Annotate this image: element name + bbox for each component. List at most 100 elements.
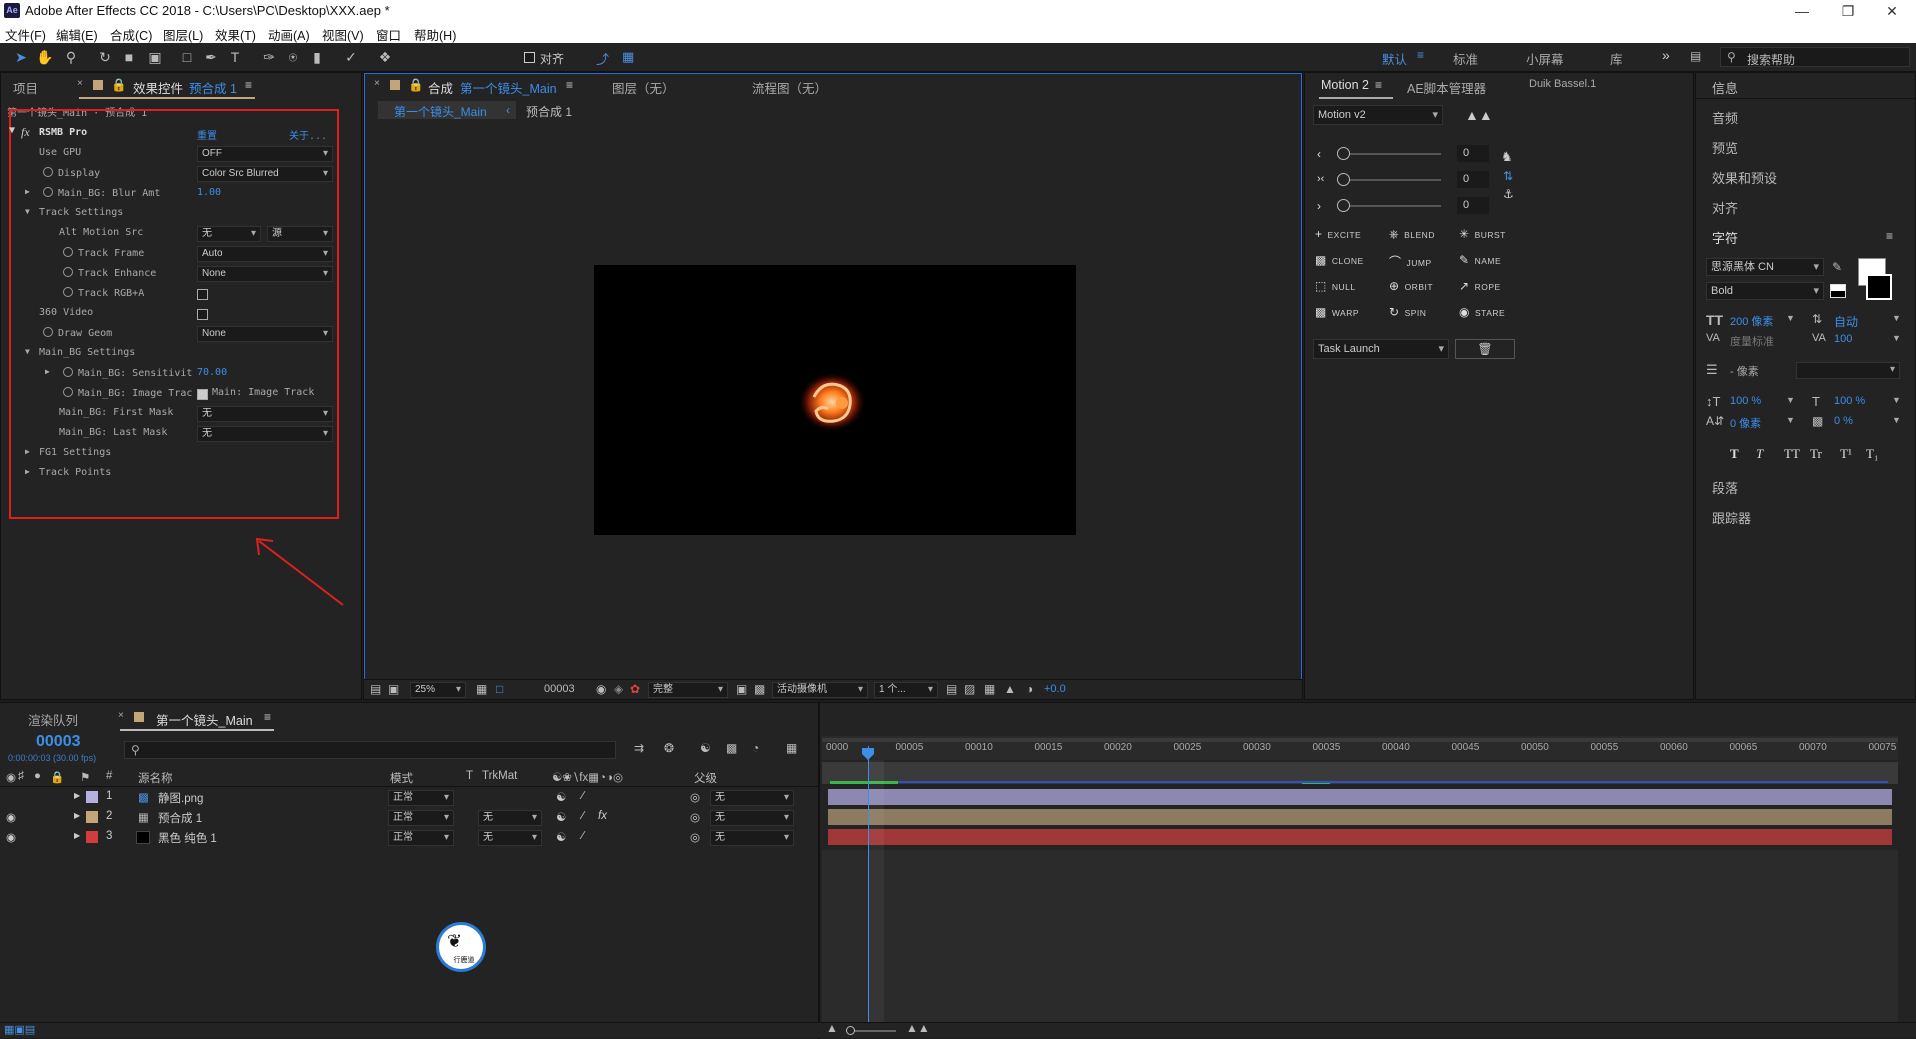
fast-preview-icon[interactable]: ▨: [964, 682, 975, 696]
alt-motion-layer-dropdown[interactable]: 无: [197, 226, 261, 242]
layer-bar[interactable]: [828, 809, 1892, 825]
stare-button[interactable]: ◉ STARE: [1459, 305, 1505, 319]
panel-menu-icon[interactable]: ≡: [566, 78, 573, 92]
horizontal-scale-value[interactable]: 100 %: [1834, 395, 1865, 407]
expand-arrow-icon[interactable]: ▼: [9, 125, 15, 136]
snap-icon[interactable]: ⤴: [596, 49, 609, 68]
all-caps-button[interactable]: TT: [1784, 446, 1800, 462]
stopwatch-icon[interactable]: [63, 247, 73, 257]
tab-timeline-comp[interactable]: 第一个镜头_Main: [156, 710, 253, 729]
link-icon[interactable]: ⇅: [1503, 169, 1513, 183]
clone-stamp-tool-icon[interactable]: ⍟: [284, 48, 302, 66]
type-tool-icon[interactable]: T: [226, 48, 244, 66]
stopwatch-icon[interactable]: [63, 387, 73, 397]
mountain-icon[interactable]: ▲▲: [1465, 107, 1493, 123]
show-snapshot-icon[interactable]: ◈: [614, 682, 623, 696]
comp-viewer[interactable]: [594, 265, 1076, 535]
anchor-icon[interactable]: ⚓: [1503, 187, 1514, 201]
ease-both-slider[interactable]: [1337, 173, 1350, 186]
pickwhip-icon[interactable]: ◎: [690, 790, 700, 804]
motion-blur-icon[interactable]: ◔: [752, 741, 759, 755]
stopwatch-icon[interactable]: [43, 187, 53, 197]
zoom-dropdown[interactable]: 25%: [410, 682, 466, 698]
ease-both-value[interactable]: 0: [1457, 171, 1489, 188]
track-frame-dropdown[interactable]: Auto: [197, 246, 333, 262]
ease-in-value[interactable]: 0: [1457, 145, 1489, 162]
help-search-box[interactable]: ⚲ 搜索帮助: [1720, 47, 1910, 67]
ease-in-slider[interactable]: [1337, 147, 1350, 160]
font-family-dropdown[interactable]: 思源黑体 CN: [1706, 258, 1824, 276]
search-panel-icon[interactable]: ▤: [1690, 49, 1701, 63]
tab-project[interactable]: 项目: [13, 78, 38, 97]
superscript-button[interactable]: T¹: [1840, 446, 1852, 462]
layer-name[interactable]: 预合成 1: [158, 810, 202, 826]
chevron-down-icon[interactable]: ▼: [1786, 415, 1795, 425]
camera-tool-icon[interactable]: ■: [120, 48, 138, 66]
breadcrumb-precomp[interactable]: 预合成 1: [526, 103, 572, 120]
layer-row[interactable]: ▶ 1 ▩ 静图.png 正常 ☯ ∕ ◎ 无: [0, 788, 818, 808]
channel-icon[interactable]: ✿: [630, 682, 640, 696]
selection-tool-icon[interactable]: ➤: [12, 48, 30, 66]
display-dropdown[interactable]: Color Src Blurred: [197, 166, 333, 182]
collapse-arrow-icon[interactable]: ▼: [25, 207, 30, 216]
chevron-down-icon[interactable]: ▼: [1892, 313, 1901, 323]
pen-tool-icon[interactable]: ✒: [202, 48, 220, 66]
solo-icon[interactable]: ●: [34, 770, 41, 782]
menu-composition[interactable]: 合成(C): [110, 25, 152, 44]
hand-tool-icon[interactable]: ✋: [36, 48, 54, 66]
fx-icon[interactable]: fx: [21, 125, 30, 140]
pickwhip-icon[interactable]: ◎: [690, 810, 700, 824]
visibility-eye-icon[interactable]: ◉: [6, 830, 16, 844]
eraser-tool-icon[interactable]: ▮: [308, 48, 326, 66]
excite-button[interactable]: + EXCITE: [1315, 227, 1361, 241]
faux-bold-button[interactable]: T: [1730, 446, 1739, 462]
lock-icon[interactable]: 🔒: [408, 78, 424, 93]
layer-row[interactable]: ◉ ▶ 2 ▦ 预合成 1 正常 无 ☯ ∕ fx ◎ 无: [0, 808, 818, 828]
collapse-arrow-icon[interactable]: ▼: [25, 347, 30, 356]
source-name-header[interactable]: 源名称: [138, 770, 173, 786]
workspace-library[interactable]: 库: [1610, 49, 1623, 68]
menu-window[interactable]: 窗口: [376, 25, 401, 44]
video360-checkbox[interactable]: [197, 309, 208, 320]
layer-search-input[interactable]: ⚲: [124, 741, 616, 759]
stopwatch-icon[interactable]: [63, 267, 73, 277]
blur-amt-value[interactable]: 1.00: [197, 187, 221, 198]
graph-editor-icon[interactable]: ▦: [786, 741, 797, 755]
leading-value[interactable]: 自动: [1834, 313, 1858, 330]
workspace-default[interactable]: 默认: [1382, 49, 1407, 68]
kerning-value[interactable]: 度量标准: [1730, 333, 1774, 349]
region-icon[interactable]: ▣: [736, 682, 747, 696]
playhead-line[interactable]: [868, 746, 869, 1036]
menu-edit[interactable]: 编辑(E): [56, 25, 98, 44]
tab-render-queue[interactable]: 渲染队列: [28, 710, 78, 729]
warp-button[interactable]: ▩ WARP: [1315, 305, 1359, 319]
visibility-eye-icon[interactable]: ◉: [6, 810, 16, 824]
panel-audio[interactable]: 音频: [1712, 108, 1738, 127]
parent-dropdown[interactable]: 无: [710, 830, 794, 846]
mask-visibility-icon[interactable]: □: [496, 682, 503, 696]
panel-menu-icon[interactable]: ≡: [245, 78, 252, 92]
rectangle-tool-icon[interactable]: □: [178, 48, 196, 66]
tab-layer[interactable]: 图层（无）: [612, 78, 675, 97]
current-time[interactable]: 00003: [544, 683, 575, 695]
label-color-swatch[interactable]: [86, 811, 98, 823]
shy-switch-icon[interactable]: ☯: [556, 790, 566, 804]
snapshot-icon[interactable]: ◉: [596, 682, 606, 696]
font-size-value[interactable]: 200 像素: [1730, 313, 1773, 329]
quality-switch-icon[interactable]: ∕: [582, 810, 584, 822]
panel-menu-icon[interactable]: ≡: [264, 710, 271, 724]
always-preview-icon[interactable]: ▤: [370, 682, 381, 696]
stopwatch-icon[interactable]: [43, 327, 53, 337]
shy-switch-icon[interactable]: ☯: [556, 810, 566, 824]
comp-tab-label[interactable]: 合成: [428, 78, 453, 97]
motion-preset-dropdown[interactable]: Motion v2: [1313, 105, 1443, 125]
quality-switch-icon[interactable]: ∕: [582, 790, 584, 802]
layer-row[interactable]: ◉ ▶ 3 黑色 纯色 1 正常 无 ☯ ∕ ◎ 无: [0, 828, 818, 848]
comp-mini-flowchart-icon[interactable]: ⇉: [634, 741, 644, 755]
sensitivity-value[interactable]: 70.00: [197, 367, 227, 378]
trkmat-dropdown[interactable]: 无: [478, 810, 542, 826]
stroke-color-swatch[interactable]: [1866, 274, 1892, 300]
trash-icon[interactable]: 🗑: [1455, 339, 1515, 359]
tab-motion2[interactable]: Motion 2: [1321, 78, 1369, 92]
font-style-dropdown[interactable]: Bold: [1706, 282, 1824, 300]
